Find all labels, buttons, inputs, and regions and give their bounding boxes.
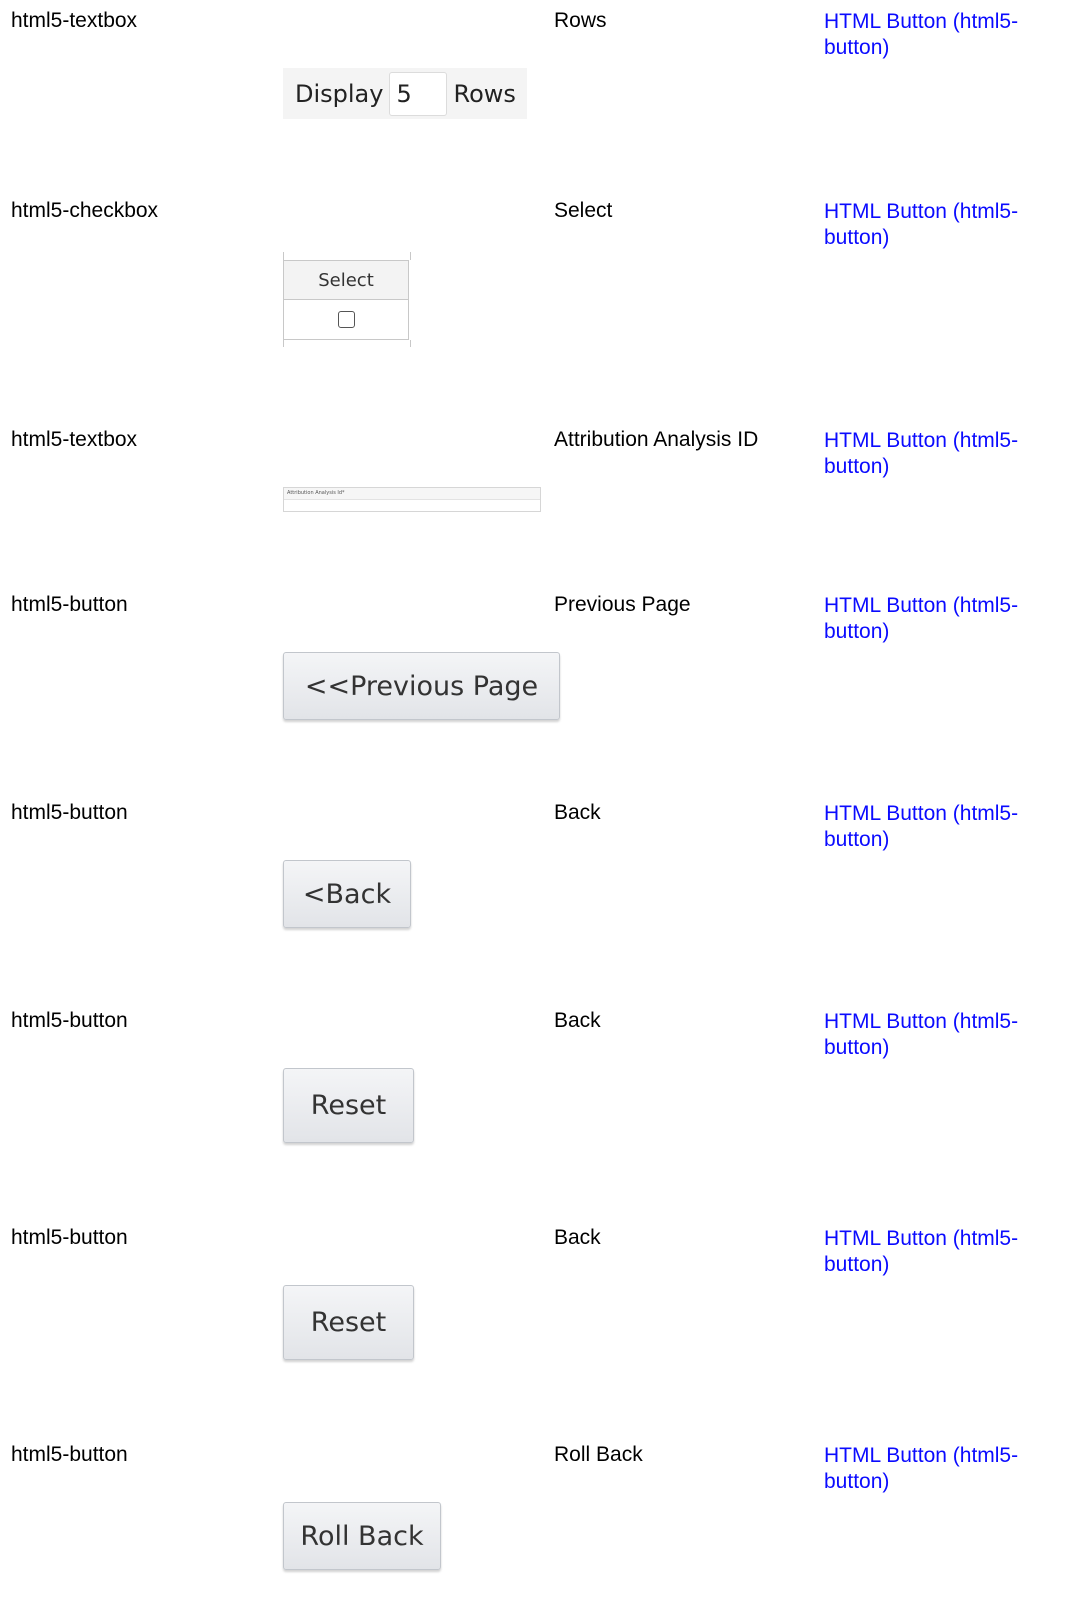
entry-label: Back	[554, 1009, 601, 1032]
rows-text: Rows	[453, 79, 516, 108]
entry-label: Back	[554, 1226, 601, 1249]
attribution-analysis-id-label: Attribution Analysis Id*	[284, 488, 540, 500]
entry-link[interactable]: HTML Button (html5-button)	[824, 1443, 1064, 1495]
entry-label: Previous Page	[554, 593, 691, 616]
entry-link[interactable]: HTML Button (html5-button)	[824, 801, 1064, 853]
entry-link[interactable]: HTML Button (html5-button)	[824, 1226, 1064, 1278]
entry-type: html5-button	[11, 1226, 128, 1249]
select-column-header: Select	[283, 260, 409, 300]
entry-type: html5-button	[11, 1443, 128, 1466]
entry-type: html5-textbox	[11, 9, 138, 32]
entry-label: Back	[554, 801, 601, 824]
reset-button[interactable]: Reset	[283, 1068, 414, 1143]
entry-link[interactable]: HTML Button (html5-button)	[824, 428, 1064, 480]
entry-type: html5-button	[11, 593, 128, 616]
entry-label: Rows	[554, 9, 607, 32]
entry-type: html5-textbox	[11, 428, 138, 451]
entry-type: html5-button	[11, 801, 128, 824]
entry-link[interactable]: HTML Button (html5-button)	[824, 9, 1064, 61]
back-button[interactable]: <Back	[283, 860, 411, 928]
rows-count-input[interactable]: 5	[389, 71, 448, 116]
entry-label: Select	[554, 199, 613, 222]
select-column-table: Select	[283, 252, 411, 347]
entry-label: Roll Back	[554, 1443, 643, 1466]
previous-page-button[interactable]: <<Previous Page	[283, 652, 560, 720]
roll-back-button[interactable]: Roll Back	[283, 1502, 441, 1570]
entry-link[interactable]: HTML Button (html5-button)	[824, 199, 1064, 251]
table-border	[283, 340, 411, 347]
entry-row: html5-checkbox Select HTML Button (html5…	[0, 199, 1075, 347]
table-border	[283, 252, 411, 260]
entry-type: html5-button	[11, 1009, 128, 1032]
select-checkbox[interactable]	[337, 311, 355, 328]
select-cell	[283, 300, 409, 340]
attribution-analysis-id-field[interactable]: Attribution Analysis Id*	[283, 487, 541, 512]
entry-link[interactable]: HTML Button (html5-button)	[824, 593, 1064, 645]
entry-link[interactable]: HTML Button (html5-button)	[824, 1009, 1064, 1061]
display-rows-widget: Display 5 Rows	[283, 68, 527, 119]
entry-type: html5-checkbox	[11, 199, 159, 222]
display-text: Display	[295, 79, 384, 108]
entry-label: Attribution Analysis ID	[554, 428, 759, 451]
reset-button[interactable]: Reset	[283, 1285, 414, 1360]
